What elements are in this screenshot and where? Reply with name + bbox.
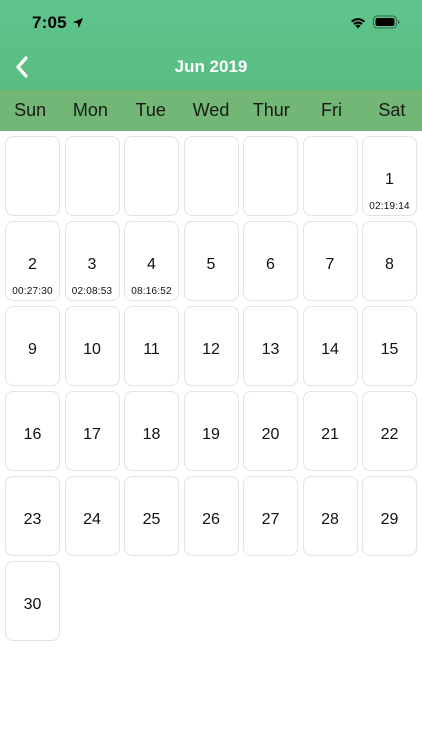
day-cell[interactable]: 13 [243, 306, 298, 386]
day-number: 13 [261, 341, 280, 358]
day-cell[interactable]: 27 [243, 476, 298, 556]
day-number: 12 [202, 341, 220, 358]
day-number: 5 [206, 256, 216, 273]
weekday-label: Sat [378, 100, 406, 120]
day-number: 7 [325, 256, 335, 273]
wifi-icon [351, 18, 365, 29]
empty-day-cell [64, 136, 120, 216]
day-duration: 02:19:14 [369, 201, 410, 212]
day-cell[interactable]: 18 [124, 391, 179, 471]
day-number: 27 [261, 511, 280, 528]
day-number: 21 [321, 426, 339, 443]
weekday-label: Sun [14, 100, 47, 120]
day-cell[interactable]: 14 [302, 306, 358, 386]
day-cell[interactable]: 1 02:19:14 [362, 136, 417, 216]
navigation-bar: Jun 2019 [0, 44, 422, 90]
home-indicator [144, 736, 278, 741]
day-number: 23 [23, 511, 42, 528]
day-cell[interactable]: 5 [183, 221, 239, 301]
day-cell[interactable]: 11 [124, 306, 179, 386]
day-cell[interactable]: 30 [5, 561, 60, 641]
day-number: 28 [321, 511, 339, 528]
day-cell[interactable]: 10 [64, 306, 120, 386]
day-cell[interactable]: 20 [243, 391, 298, 471]
day-number: 8 [385, 256, 394, 273]
day-number: 17 [83, 426, 101, 443]
day-cell[interactable]: 24 [64, 476, 120, 556]
day-cell[interactable]: 22 [362, 391, 417, 471]
day-cell[interactable]: 23 [5, 476, 60, 556]
empty-day-cell [302, 136, 358, 216]
weekday-header-row: Sun Mon Tue Wed Thur Fri Sat [0, 90, 422, 131]
day-number: 15 [380, 341, 399, 358]
day-cell[interactable]: 26 [183, 476, 239, 556]
status-bar: 7:05 [0, 0, 422, 44]
month-title: Jun 2019 [174, 57, 248, 76]
day-number: 1 [385, 171, 394, 188]
empty-day-cell [5, 136, 60, 216]
day-cell[interactable]: 19 [183, 391, 239, 471]
day-number: 16 [23, 426, 42, 443]
day-number: 2 [28, 256, 37, 273]
day-cell[interactable]: 8 [362, 221, 417, 301]
day-number: 18 [142, 426, 161, 443]
day-number: 19 [202, 426, 220, 443]
day-number: 9 [28, 341, 37, 358]
day-cell[interactable]: 7 [302, 221, 358, 301]
calendar-screen: 7:05 Jun 2019 Sun Mon Tue Wed Thur Fri Sat 1 02… [0, 0, 422, 750]
empty-day-cell [124, 136, 179, 216]
day-duration: 08:16:52 [131, 286, 172, 297]
day-cell[interactable]: 21 [302, 391, 358, 471]
status-time: 7:05 [32, 13, 67, 32]
day-cell[interactable]: 9 [5, 306, 60, 386]
location-arrow-icon [73, 18, 83, 28]
day-number: 6 [266, 256, 275, 273]
day-number: 26 [202, 511, 220, 528]
day-cell[interactable]: 2 00:27:30 [5, 221, 60, 301]
weekday-label: Thur [252, 100, 290, 120]
day-cell[interactable]: 4 08:16:52 [124, 221, 179, 301]
weekday-label: Mon [72, 100, 108, 120]
day-number: 3 [87, 256, 97, 273]
day-cell[interactable]: 15 [362, 306, 417, 386]
day-cell[interactable]: 28 [302, 476, 358, 556]
day-cell[interactable]: 29 [362, 476, 417, 556]
day-cell[interactable]: 17 [64, 391, 120, 471]
battery-icon [373, 15, 400, 29]
weekday-label: Tue [135, 100, 166, 120]
day-duration: 02:08:53 [71, 286, 113, 297]
day-cell[interactable]: 6 [243, 221, 298, 301]
empty-day-cell [183, 136, 239, 216]
weekday-label: Fri [321, 100, 343, 120]
day-number: 10 [83, 341, 101, 358]
day-cell[interactable]: 25 [124, 476, 179, 556]
day-duration: 00:27:30 [12, 286, 53, 297]
day-number: 22 [380, 426, 399, 443]
weekday-label: Wed [192, 100, 230, 120]
day-number: 20 [261, 426, 280, 443]
day-number: 11 [143, 341, 160, 358]
day-cell[interactable]: 16 [5, 391, 60, 471]
day-number: 14 [321, 341, 339, 358]
day-number: 25 [142, 511, 161, 528]
empty-day-cell [243, 136, 298, 216]
day-number: 24 [83, 511, 101, 528]
day-cell[interactable]: 3 02:08:53 [64, 221, 120, 301]
day-number: 30 [23, 596, 42, 613]
day-number: 29 [380, 511, 399, 528]
day-cell[interactable]: 12 [183, 306, 239, 386]
day-number: 4 [147, 256, 156, 273]
